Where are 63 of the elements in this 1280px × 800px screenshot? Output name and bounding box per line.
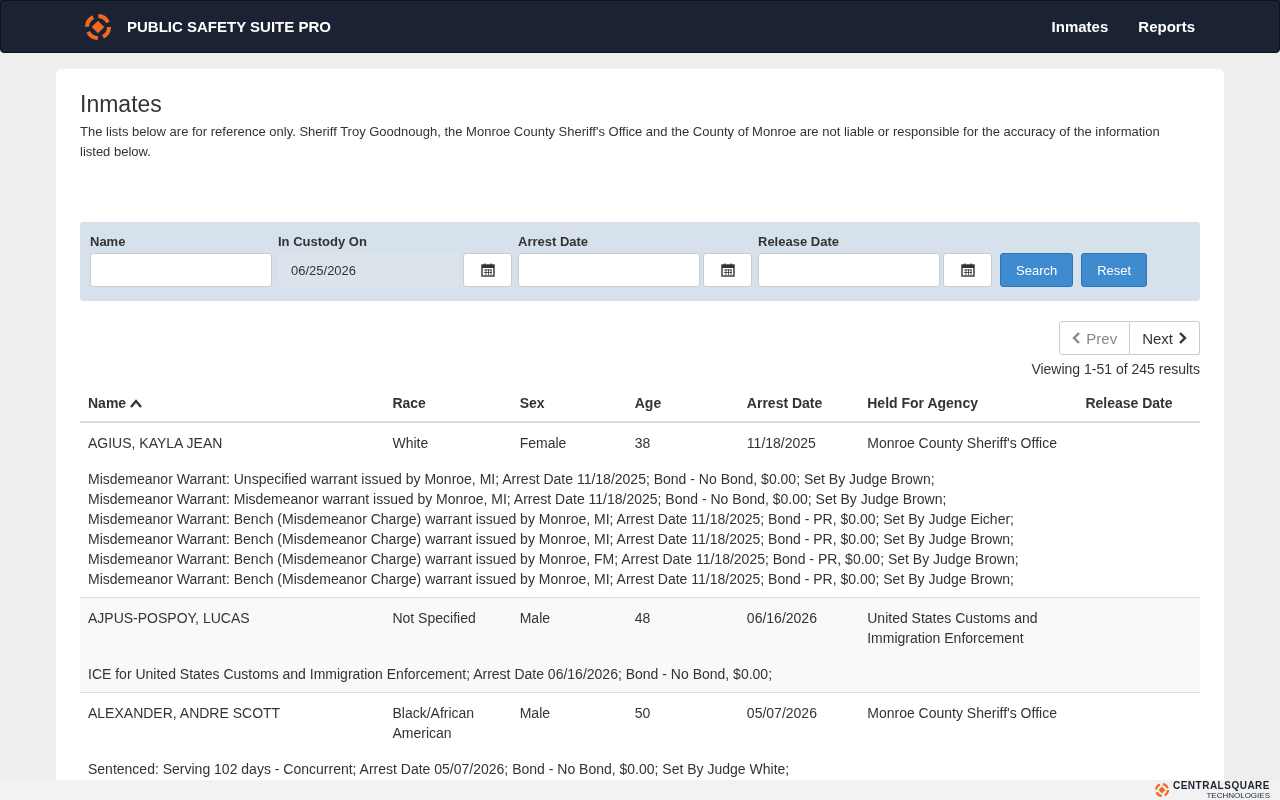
- next-button[interactable]: Next: [1130, 321, 1200, 355]
- page-title: Inmates: [80, 91, 163, 118]
- table-cell: Monroe County Sheriff's Office: [867, 435, 1057, 451]
- search-button[interactable]: Search: [1000, 253, 1074, 287]
- table-cell: United States Customs and Immigration Enforcement: [867, 610, 1038, 646]
- table-cell: Black/African American: [392, 705, 475, 741]
- column-header[interactable]: Name: [80, 385, 385, 422]
- chevron-left-icon: [1072, 332, 1082, 344]
- date-field[interactable]: [518, 253, 700, 287]
- calendar-icon: [960, 263, 975, 277]
- footer-tagline: TECHNOLOGIES: [1206, 790, 1270, 800]
- table-cell: AGIUS, KAYLA JEAN: [88, 435, 223, 451]
- prev-button[interactable]: Prev: [1059, 321, 1131, 355]
- column-header[interactable]: Held For Agency: [859, 385, 1078, 422]
- calendar-button[interactable]: [703, 253, 752, 287]
- field-label: Release Date: [758, 234, 840, 249]
- table-cell: Not Specified: [392, 610, 476, 626]
- results-summary: Viewing 1-51 of 245 results: [1031, 361, 1200, 377]
- table-cell: 50: [634, 705, 651, 721]
- app-title: PUBLIC SAFETY SUITE PRO: [127, 18, 331, 35]
- table-cell: Male: [519, 705, 551, 721]
- logo-icon: [1154, 783, 1169, 797]
- column-header[interactable]: Arrest Date: [738, 385, 860, 422]
- name-field[interactable]: [90, 253, 272, 287]
- nav-link[interactable]: Inmates: [1051, 14, 1109, 39]
- nav-link[interactable]: Reports: [1138, 14, 1195, 39]
- table-cell: 06/16/2026: [746, 610, 817, 626]
- charge-detail: Misdemeanor Warrant: Bench (Misdemeanor Charge) warrant issued by Monroe, MI; Arrest Date 11/18/2025; Bond - PR, $0.00; Set By Judge Eicher;: [88, 510, 1015, 529]
- field-label: In Custody On: [278, 234, 368, 249]
- charge-detail: Sentenced: Serving 102 days - Concurrent; Arrest Date 05/07/2026; Bond - No Bond, $0.00; Set By Judge White;: [88, 760, 791, 779]
- column-header[interactable]: Race: [384, 385, 512, 422]
- table-cell: AJPUS-POSPOY, LUCAS: [88, 610, 250, 626]
- date-field[interactable]: [758, 253, 940, 287]
- column-header[interactable]: Age: [626, 385, 739, 422]
- footer-logo-text: CENTRALSQUARE: [1172, 780, 1270, 791]
- table-cell: 48: [634, 610, 651, 626]
- reset-button[interactable]: Reset: [1081, 253, 1148, 287]
- charge-detail: Misdemeanor Warrant: Unspecified warrant issued by Monroe, MI; Arrest Date 11/18/2025; Bond - No Bond, $0.00; Set By Judge Brown;: [88, 470, 936, 489]
- disclaimer-text: The lists below are for reference only. Sheriff Troy Goodnough, the Monroe County Sheriff's Office and the County of Monroe are not liable or responsible for the accuracy of the information listed below.: [80, 123, 1161, 161]
- table-cell: White: [392, 435, 429, 451]
- calendar-icon: [720, 263, 735, 277]
- field-label: Arrest Date: [518, 234, 590, 249]
- calendar-button[interactable]: [943, 253, 992, 287]
- charge-detail: Misdemeanor Warrant: Bench (Misdemeanor Charge) warrant issued by Monroe, FM; Arrest Date 11/18/2025; Bond - PR, $0.00; Set By Judge Brown;: [88, 550, 1020, 569]
- table-cell: Monroe County Sheriff's Office: [867, 705, 1057, 721]
- charge-detail: Misdemeanor Warrant: Misdemeanor warrant issued by Monroe, MI; Arrest Date 11/18/2025; Bond - No Bond, $0.00; Set By Judge Brown;: [88, 490, 948, 509]
- table-cell: 38: [634, 435, 651, 451]
- table-cell: ALEXANDER, ANDRE SCOTT: [88, 705, 281, 721]
- sort-up-icon: [130, 399, 143, 408]
- table-cell: Female: [519, 435, 567, 451]
- table-cell: 05/07/2026: [746, 705, 817, 721]
- calendar-icon: [480, 263, 495, 277]
- field-label: Name: [90, 234, 127, 249]
- table-cell: 11/18/2025: [746, 435, 816, 451]
- charge-detail: Misdemeanor Warrant: Bench (Misdemeanor Charge) warrant issued by Monroe, MI; Arrest Date 11/18/2025; Bond - PR, $0.00; Set By Judge Brown;: [88, 570, 1015, 589]
- logo-icon: [85, 13, 111, 40]
- charge-detail: ICE for United States Customs and Immigration Enforcement; Arrest Date 06/16/2026; Bond - No Bond, $0.00;: [88, 665, 774, 684]
- charge-detail: Misdemeanor Warrant: Bench (Misdemeanor Charge) warrant issued by Monroe, MI; Arrest Date 11/18/2025; Bond - PR, $0.00; Set By Judge Brown;: [88, 530, 1015, 549]
- column-header[interactable]: Sex: [511, 385, 627, 422]
- chevron-right-icon: [1178, 332, 1187, 344]
- table-cell: Male: [519, 610, 551, 626]
- calendar-button[interactable]: [463, 253, 512, 287]
- column-header[interactable]: Release Date: [1077, 385, 1200, 422]
